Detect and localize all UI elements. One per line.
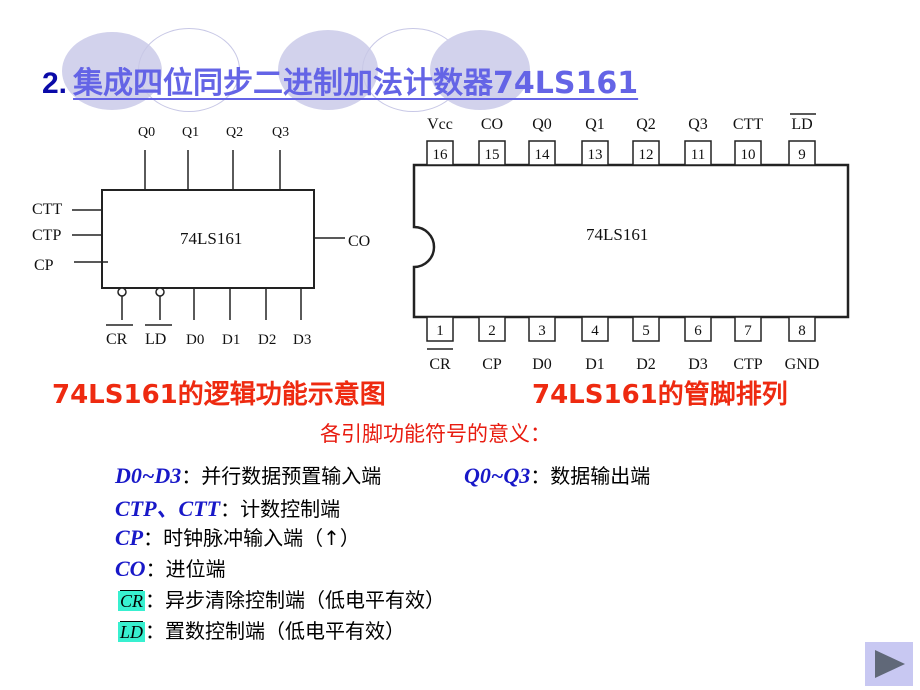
pin-7: 7 CTP	[733, 316, 763, 373]
pin-number: 10	[741, 147, 756, 163]
pin-15: 15 CO	[478, 116, 506, 166]
next-slide-button[interactable]	[865, 642, 913, 686]
logic-diagram: 74LS161 Q0 Q1 Q2 Q3 CTT CTP CP CO CR LD …	[32, 125, 370, 348]
pin-number: 14	[535, 147, 551, 163]
pin-3: 3 D0	[528, 316, 556, 373]
pin-number: 9	[798, 147, 806, 163]
pin-label-ctt: CTT	[32, 201, 62, 218]
pin-9: 9 LD	[788, 116, 816, 166]
pinout-diagram: 16 Vcc 15 CO 14 Q0 13 Q1 12 Q2 11 Q3 10 CTT 9 LD 1 CR 2 CP…	[412, 113, 850, 373]
pin-name: CTP	[733, 356, 762, 373]
pin-name: GND	[785, 356, 820, 373]
pin-4: 4 D1	[581, 316, 609, 373]
pin-10: 10 CTT	[733, 116, 763, 166]
def-q-desc: ：数据输出端	[530, 464, 651, 488]
pin-name: CTT	[733, 116, 763, 133]
pin-label-cp: CP	[34, 257, 54, 274]
pin-label-d1: D1	[222, 332, 240, 348]
pin-name: Q1	[585, 116, 605, 133]
pin-label-d2: D2	[258, 332, 276, 348]
pinout-caption: 74LS161的管脚排列	[532, 380, 788, 410]
pin-label-q1: Q1	[182, 125, 199, 140]
logic-diagram-caption: 74LS161的逻辑功能示意图	[52, 380, 386, 410]
pin-label-co: CO	[348, 233, 370, 250]
def-ct: CTP、CTT：计数控制端	[115, 491, 340, 523]
def-q-symbol: Q0~Q3	[464, 463, 531, 488]
def-ld: LD ：置数控制端（低电平有效）	[118, 615, 405, 644]
def-ct-symbol: CTP、CTT	[115, 496, 221, 521]
pin-5: 5 D2	[632, 316, 660, 373]
def-cr-desc: ：异步清除控制端（低电平有效）	[145, 588, 446, 612]
pin-label-q3: Q3	[272, 125, 289, 140]
page-title: 2. 集成四位同步二进制加法计数器74LS161	[42, 58, 638, 102]
title-number: 2.	[42, 67, 68, 100]
def-cr: CR ：异步清除控制端（低电平有效）	[118, 584, 445, 613]
def-cp-symbol: CP	[115, 525, 144, 550]
def-ld-desc: ：置数控制端（低电平有效）	[145, 619, 406, 643]
pin-number: 4	[591, 323, 599, 339]
pin-name: Q0	[532, 116, 552, 133]
def-co-desc: ：进位端	[145, 557, 226, 581]
pin-label-q2: Q2	[226, 125, 243, 140]
pin-11: 11 Q3	[684, 116, 712, 166]
pin-number: 8	[798, 323, 806, 339]
pin-name: D2	[636, 356, 656, 373]
subtitle: 各引脚功能符号的意义：	[320, 422, 551, 446]
pin-name: Vcc	[427, 116, 453, 133]
pin-number: 11	[691, 147, 705, 163]
pin-number: 15	[485, 147, 500, 163]
pin-label-ld: LD	[145, 331, 166, 348]
def-q: Q0~Q3：数据输出端	[464, 460, 650, 489]
pin-number: 7	[744, 323, 752, 339]
def-d: D0~D3：并行数据预置输入端	[115, 460, 381, 489]
pinout-chip-label: 74LS161	[586, 225, 648, 244]
inversion-bubble	[117, 287, 127, 297]
pin-number: 12	[639, 147, 654, 163]
pin-2: 2 CP	[478, 316, 506, 373]
logic-chip-label: 74LS161	[180, 229, 242, 248]
pin-8: 8 GND	[785, 316, 820, 373]
pin-label-q0: Q0	[138, 125, 155, 140]
pin-13: 13 Q1	[581, 116, 609, 166]
pin-label-cr: CR	[106, 331, 128, 348]
def-d-symbol: D0~D3	[115, 463, 182, 488]
pin-name: CR	[429, 356, 451, 373]
pin-name: D1	[585, 356, 605, 373]
pin-number: 6	[694, 323, 702, 339]
title-link[interactable]: 集成四位同步二进制加法计数器74LS161	[73, 66, 638, 101]
def-ct-desc: ：计数控制端	[220, 497, 341, 521]
pin-name: LD	[791, 116, 812, 133]
def-cp: CP：时钟脉冲输入端（↑）	[115, 522, 360, 551]
def-co-symbol: CO	[115, 556, 146, 581]
def-cp-desc: ：时钟脉冲输入端（↑）	[143, 526, 360, 550]
pin-number: 2	[488, 323, 496, 339]
pin-16: 16 Vcc	[426, 116, 454, 166]
inversion-bubble	[155, 287, 165, 297]
pin-name: Q3	[688, 116, 708, 133]
pin-number: 13	[588, 147, 603, 163]
pin-label-d0: D0	[186, 332, 204, 348]
pin-number: 1	[436, 323, 444, 339]
pin-name: CO	[481, 116, 503, 133]
pin-number: 16	[433, 147, 449, 163]
pin-number: 5	[642, 323, 650, 339]
pin-14: 14 Q0	[528, 116, 556, 166]
pin-name: Q2	[636, 116, 656, 133]
pin-1: 1 CR	[426, 316, 454, 373]
pin-label-d3: D3	[293, 332, 311, 348]
pin-name: D3	[688, 356, 708, 373]
pin-6: 6 D3	[684, 316, 712, 373]
def-d-desc: ：并行数据预置输入端	[181, 464, 382, 488]
pin-12: 12 Q2	[632, 116, 660, 166]
def-ld-symbol: LD	[118, 622, 146, 642]
pin-name: CP	[482, 356, 502, 373]
pin-number: 3	[538, 323, 546, 339]
play-triangle-icon	[875, 650, 905, 678]
pin-name: D0	[532, 356, 552, 373]
def-cr-symbol: CR	[118, 591, 146, 611]
pin-label-ctp: CTP	[32, 227, 61, 244]
def-co: CO：进位端	[115, 553, 226, 582]
